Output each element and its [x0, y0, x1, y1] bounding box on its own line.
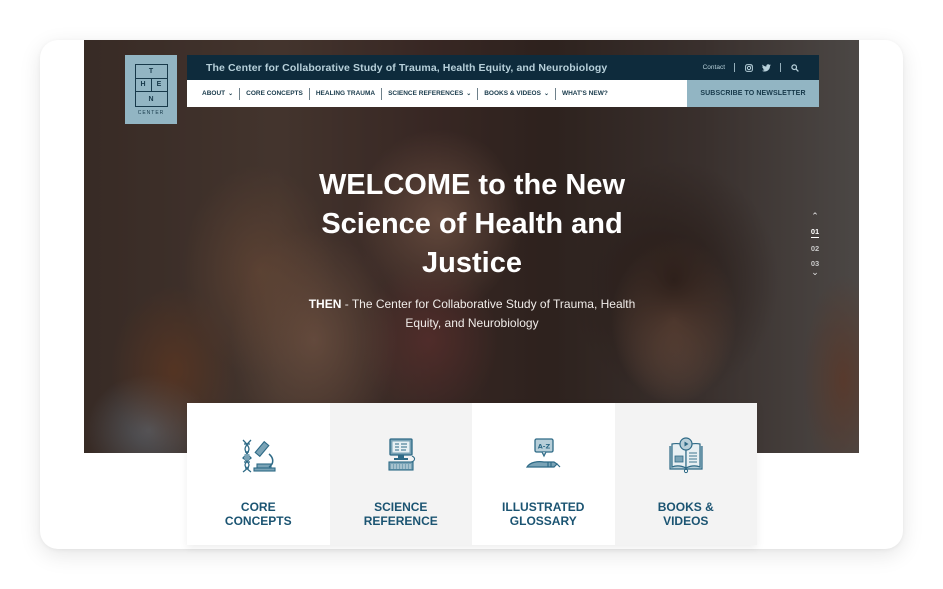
- divider: [780, 63, 781, 72]
- card-core-concepts[interactable]: CORE CONCEPTS: [187, 403, 330, 545]
- hero-title-line: Science of Health and: [321, 208, 623, 240]
- divider: [477, 87, 479, 100]
- logo-letter: E: [150, 78, 167, 92]
- logo-letter: N: [148, 95, 154, 103]
- feature-cards: CORE CONCEPTS SCIENCE REFERENCE A-Z ILLUST…: [187, 403, 757, 545]
- divider: [554, 87, 556, 100]
- nav-label: ABOUT: [202, 90, 226, 97]
- chevron-down-icon: ⌄: [543, 91, 549, 97]
- nav-label: SCIENCE REFERENCES: [388, 90, 464, 97]
- hero-content: WELCOME to the New Science of Health and…: [260, 166, 684, 333]
- nav-label: BOOKS & VIDEOS: [484, 90, 541, 97]
- hero-slide-pager: ⌃ 01 02 03 ⌄: [805, 212, 825, 277]
- nav-item-about[interactable]: ABOUT ⌄: [202, 90, 239, 97]
- card-label: SCIENCE REFERENCE: [363, 500, 438, 528]
- dna-microscope-icon: [242, 439, 276, 473]
- search-icon[interactable]: [790, 63, 799, 72]
- card-label: ILLUSTRATED GLOSSARY: [502, 500, 585, 528]
- nav-items: ABOUT ⌄ CORE CONCEPTS HEALING TRAUMA SCIE…: [187, 87, 687, 100]
- divider: [239, 87, 241, 100]
- hero-subtitle-text: - The Center for Collaborative Study of …: [341, 297, 636, 330]
- logo-grid: T H E N: [134, 64, 168, 107]
- a-z-glossary-pen-icon: A-Z: [526, 438, 561, 468]
- main-nav: ABOUT ⌄ CORE CONCEPTS HEALING TRAUMA SCIE…: [187, 80, 819, 107]
- chevron-down-icon: ⌄: [228, 91, 234, 97]
- site-title: The Center for Collaborative Study of Tr…: [206, 61, 608, 74]
- nav-item-science-references[interactable]: SCIENCE REFERENCES ⌄: [382, 90, 477, 97]
- nav-item-healing-trauma[interactable]: HEALING TRAUMA: [310, 90, 381, 97]
- hero-subtitle: THEN - The Center for Collaborative Stud…: [260, 295, 684, 333]
- contact-link[interactable]: Contact: [703, 64, 725, 71]
- nav-label: WHAT'S NEW?: [561, 90, 608, 97]
- svg-text:A-Z: A-Z: [538, 443, 551, 451]
- subscribe-newsletter-button[interactable]: SUBSCRIBE TO NEWSLETTER: [687, 80, 819, 107]
- nav-item-whats-new[interactable]: WHAT'S NEW?: [556, 90, 614, 97]
- logo-subtitle: CENTER: [137, 110, 165, 116]
- top-bar-utilities: Contact: [703, 63, 799, 72]
- nav-label: HEALING TRAUMA: [315, 90, 376, 97]
- logo-letter: H: [140, 81, 146, 89]
- divider: [308, 87, 310, 100]
- chevron-down-icon: ⌄: [466, 91, 472, 97]
- card-label: BOOKS & VIDEOS: [657, 500, 714, 528]
- top-bar: The Center for Collaborative Study of Tr…: [187, 55, 819, 80]
- card-illustrated-glossary[interactable]: A-Z ILLUSTRATED GLOSSARY: [472, 403, 615, 545]
- nav-item-books-videos[interactable]: BOOKS & VIDEOS ⌄: [478, 90, 555, 97]
- slide-indicator[interactable]: 02: [811, 244, 819, 253]
- hero-title-line: WELCOME to the New: [318, 169, 626, 201]
- instagram-icon[interactable]: [744, 63, 753, 72]
- hero-title-line: Justice: [422, 247, 522, 279]
- card-label: CORE CONCEPTS: [224, 500, 292, 528]
- then-center-logo[interactable]: T H E N CENTER: [125, 55, 177, 124]
- logo-letter: T: [148, 67, 154, 75]
- book-video-icon: [669, 437, 703, 474]
- hero-title: WELCOME to the New Science of Health and…: [260, 166, 684, 283]
- twitter-icon[interactable]: [762, 63, 771, 72]
- nav-label: CORE CONCEPTS: [246, 90, 303, 97]
- computer-keyboard-icon: [388, 438, 415, 471]
- card-books-videos[interactable]: BOOKS & VIDEOS: [614, 403, 757, 545]
- chevron-down-icon[interactable]: ⌄: [811, 268, 819, 277]
- chevron-up-icon[interactable]: ⌃: [811, 212, 819, 221]
- hero-subtitle-brand: THEN: [308, 297, 342, 311]
- card-science-reference[interactable]: SCIENCE REFERENCE: [329, 403, 472, 545]
- slide-indicator-active[interactable]: 01: [810, 227, 820, 238]
- nav-item-core-concepts[interactable]: CORE CONCEPTS: [240, 90, 309, 97]
- divider: [734, 63, 735, 72]
- divider: [381, 87, 383, 100]
